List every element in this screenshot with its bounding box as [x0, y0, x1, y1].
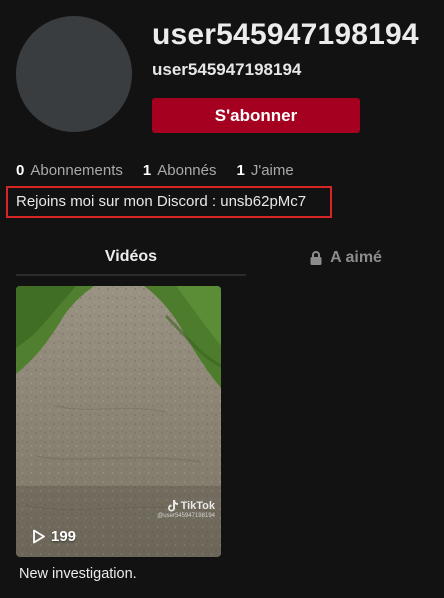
stat-followers[interactable]: 1 Abonnés	[143, 162, 217, 179]
tiktok-note-icon	[167, 500, 178, 512]
lock-icon	[310, 251, 322, 265]
stat-followers-label: Abonnés	[157, 162, 217, 179]
stat-likes-label: J'aime	[250, 162, 294, 179]
profile-stats: 0 Abonnements 1 Abonnés 1 J'aime	[16, 162, 314, 179]
play-icon	[33, 529, 45, 544]
tab-videos[interactable]: Vidéos	[16, 240, 246, 276]
avatar[interactable]	[16, 16, 132, 132]
follow-button[interactable]: S'abonner	[152, 98, 360, 133]
video-watermark: TikTok @user545947198194	[157, 500, 215, 519]
profile-tabs: Vidéos A aimé	[16, 240, 444, 276]
stat-following[interactable]: 0 Abonnements	[16, 162, 123, 179]
watermark-brand: TikTok	[180, 500, 215, 512]
stat-likes: 1 J'aime	[236, 162, 293, 179]
video-views: 199	[32, 528, 76, 545]
profile-username: user545947198194	[152, 18, 419, 51]
video-view-count: 199	[51, 528, 77, 545]
profile-nickname: user545947198194	[152, 60, 302, 79]
video-card[interactable]: TikTok @user545947198194 199	[16, 286, 221, 557]
tab-liked-label: A aimé	[330, 249, 382, 266]
video-caption[interactable]: New investigation.	[19, 566, 137, 582]
stat-followers-count: 1	[142, 162, 152, 179]
stat-likes-count: 1	[236, 162, 245, 179]
watermark-handle: @user545947198194	[157, 513, 215, 519]
tab-liked[interactable]: A aimé	[246, 240, 444, 276]
tab-videos-label: Vidéos	[104, 248, 158, 265]
stat-following-count: 0	[16, 162, 25, 179]
profile-bio: Rejoins moi sur mon Discord : unsb62pMc7	[6, 186, 332, 218]
stat-following-label: Abonnements	[30, 162, 123, 179]
